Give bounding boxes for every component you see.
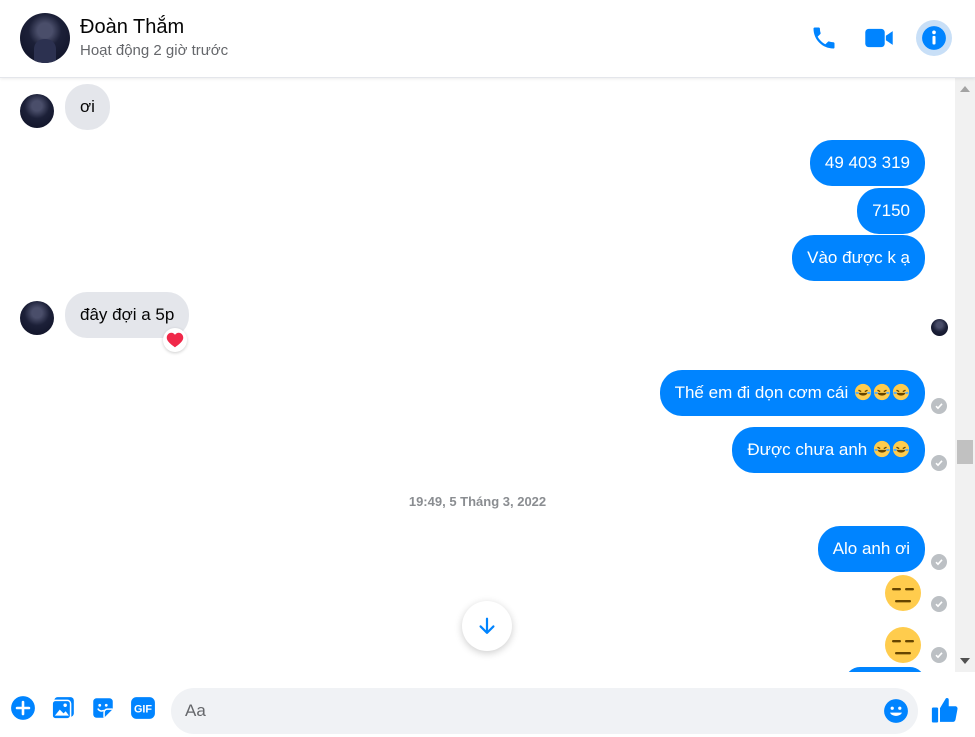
incoming-message[interactable]: ơi (65, 84, 110, 130)
delivered-check-icon (931, 398, 947, 414)
sticker-button[interactable] (90, 695, 116, 721)
rolling-laugh-emoji-icon (854, 383, 872, 401)
contact-avatar[interactable] (20, 13, 70, 63)
sticker-icon (93, 698, 113, 718)
outgoing-message[interactable]: 49 403 319 (809, 140, 925, 186)
contact-name[interactable]: Đoàn Thắm (80, 16, 184, 39)
scroll-thumb[interactable] (957, 440, 973, 464)
scroll-to-bottom-button[interactable] (462, 601, 512, 651)
rolling-laugh-emoji-icon (892, 383, 910, 401)
delivered-check-icon (931, 647, 947, 663)
attach-photo-button[interactable] (50, 695, 76, 721)
video-call-button[interactable] (861, 20, 897, 56)
gif-icon: GIF (131, 697, 155, 719)
delivered-check-icon (931, 596, 947, 612)
video-camera-icon (865, 28, 893, 48)
scroll-up-arrow-icon[interactable] (960, 86, 970, 92)
outgoing-message[interactable]: Được chưa anh (732, 427, 925, 473)
expressionless-face-emoji-icon[interactable] (884, 574, 922, 612)
heart-reaction[interactable] (163, 328, 187, 352)
rolling-laugh-emoji-icon (873, 383, 891, 401)
photo-icon (51, 697, 74, 720)
emoji-icon[interactable] (883, 698, 909, 724)
rolling-laugh-emoji-icon (873, 440, 891, 458)
message-input[interactable] (171, 688, 918, 734)
outgoing-message[interactable]: Thế em đi dọn cơm cái (659, 370, 925, 416)
outgoing-message[interactable]: Vào được k ạ (792, 235, 925, 281)
contact-avatar-small[interactable] (20, 94, 54, 128)
seen-avatar (931, 319, 948, 336)
audio-call-button[interactable] (806, 20, 842, 56)
message-text: Được chưa anh (747, 440, 868, 459)
conversation-info-button[interactable] (916, 20, 952, 56)
gif-button[interactable]: GIF (130, 695, 156, 721)
rolling-laugh-emoji-icon (892, 440, 910, 458)
scroll-down-arrow-icon[interactable] (960, 658, 970, 664)
like-icon[interactable] (930, 695, 960, 725)
chat-scrollbar[interactable] (955, 78, 975, 672)
contact-status: Hoạt động 2 giờ trước (80, 42, 229, 59)
svg-text:GIF: GIF (134, 704, 152, 716)
heart-icon (166, 332, 184, 348)
delivered-check-icon (931, 455, 947, 471)
contact-avatar-small[interactable] (20, 301, 54, 335)
message-composer: GIF (0, 672, 975, 737)
expressionless-face-emoji-icon[interactable] (884, 626, 922, 664)
message-thread[interactable]: ơi 49 403 319 7150 Vào được k ạ đây đợi … (0, 78, 955, 672)
delivered-check-icon (931, 554, 947, 570)
outgoing-message[interactable]: 7150 (857, 188, 925, 234)
phone-icon (813, 27, 835, 49)
message-text: Thế em đi dọn cơm cái (674, 383, 849, 402)
outgoing-message[interactable]: Alo anh ơi (817, 526, 925, 572)
more-actions-button[interactable] (10, 695, 36, 721)
conversation-timestamp: 19:49, 5 Tháng 3, 2022 (408, 494, 547, 509)
conversation-header: Đoàn Thắm Hoạt động 2 giờ trước (0, 0, 975, 78)
plus-icon (11, 696, 35, 720)
arrow-down-icon (479, 617, 495, 634)
info-icon (922, 26, 946, 50)
